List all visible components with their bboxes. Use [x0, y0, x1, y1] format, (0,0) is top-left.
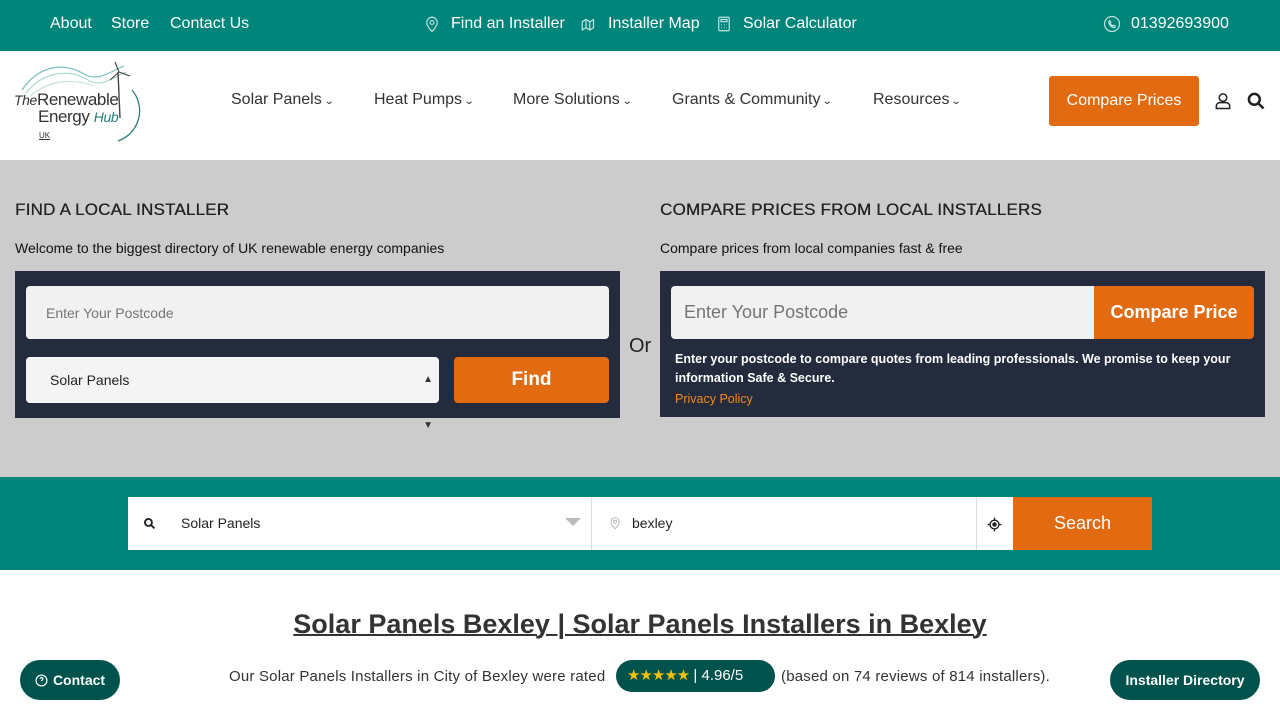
nav-label: Solar Panels	[231, 91, 322, 108]
find-installer-label: Find an Installer	[451, 15, 565, 32]
user-icon[interactable]	[1213, 91, 1233, 111]
chevron-down-icon: ⌄	[951, 95, 963, 107]
compare-price-button[interactable]: Compare Price	[1094, 286, 1254, 339]
compare-panel: Compare Price Enter your postcode to com…	[660, 271, 1265, 417]
map-icon	[581, 18, 595, 32]
logo-energy: Energy	[38, 107, 90, 126]
rating-badge: ★★★★★ | 4.96/5	[616, 660, 775, 692]
help-icon	[35, 673, 48, 687]
star-rating-icon: ★★★★★	[627, 667, 690, 684]
divider	[976, 497, 977, 550]
crosshair-icon[interactable]	[987, 517, 1002, 532]
rating-value: | 4.96/5	[693, 667, 744, 684]
page-title: Solar Panels Bexley | Solar Panels Insta…	[0, 609, 1280, 640]
phone-link[interactable]: 01392693900	[1103, 15, 1229, 33]
find-installer-link[interactable]: Find an Installer	[423, 15, 565, 33]
location-pin-icon	[426, 16, 438, 33]
logo-uk: UK	[39, 131, 51, 140]
compare-note: Enter your postcode to compare quotes fr…	[675, 352, 1231, 385]
search-location-input[interactable]: bexley	[632, 515, 672, 531]
find-local-subtitle: Welcome to the biggest directory of UK r…	[15, 240, 445, 256]
search-button[interactable]: Search	[1013, 497, 1152, 550]
directory-search-band: Solar Panels bexley Search	[0, 477, 1280, 570]
contact-floating-button[interactable]: Contact	[20, 660, 120, 700]
updown-icon: ▲ ▼	[423, 374, 433, 431]
rating-suffix: (based on 74 reviews of 814 installers).	[781, 668, 1050, 685]
dropdown-caret-icon[interactable]	[565, 518, 581, 526]
chevron-down-icon: ⌄	[822, 95, 834, 107]
top-bar: About Store Contact Us Find an Installer…	[0, 0, 1280, 51]
nav-label: Heat Pumps	[374, 91, 463, 108]
solar-calculator-link[interactable]: Solar Calculator	[715, 15, 857, 33]
nav-label: Resources	[873, 91, 950, 108]
rating-prefix: Our Solar Panels Installers in City of B…	[229, 668, 606, 685]
category-select[interactable]: Solar Panels ▲ ▼	[26, 357, 439, 431]
nav-resources[interactable]: Resources ⌄	[873, 91, 963, 109]
location-pin-icon	[610, 517, 620, 530]
site-logo[interactable]: TheRenewable Energy Hub UK	[14, 60, 154, 145]
phone-number: 01392693900	[1131, 15, 1229, 32]
compare-title: COMPARE PRICES FROM LOCAL INSTALLERS	[660, 200, 1042, 219]
logo-the: The	[14, 92, 37, 108]
installer-map-link[interactable]: Installer Map	[580, 15, 700, 33]
nav-label: Grants & Community	[672, 91, 821, 108]
installer-directory-button[interactable]: Installer Directory	[1110, 660, 1260, 700]
compare-postcode-input[interactable]	[671, 286, 1095, 339]
divider	[591, 497, 592, 550]
privacy-policy-link[interactable]: Privacy Policy	[675, 392, 753, 406]
installer-map-label: Installer Map	[608, 15, 700, 32]
main-header: TheRenewable Energy Hub UK Solar Panels ⌄…	[0, 51, 1280, 160]
nav-solar-panels[interactable]: Solar Panels ⌄	[231, 91, 335, 109]
contact-label: Contact	[52, 672, 106, 688]
nav-more-solutions[interactable]: More Solutions ⌄	[513, 91, 633, 109]
about-link[interactable]: About	[50, 15, 92, 33]
nav-label: More Solutions	[513, 91, 620, 108]
chevron-down-icon: ⌄	[323, 95, 335, 107]
logo-hub: Hub	[93, 109, 119, 125]
search-category-select[interactable]: Solar Panels	[181, 515, 260, 531]
chevron-down-icon: ⌄	[621, 95, 633, 107]
search-icon	[143, 517, 156, 530]
search-icon[interactable]	[1246, 91, 1266, 111]
or-label: Or	[629, 335, 652, 357]
find-installer-panel: Solar Panels ▲▼ Find	[15, 271, 620, 431]
compare-prices-button[interactable]: Compare Prices	[1049, 76, 1199, 126]
nav-grants-community[interactable]: Grants & Community ⌄	[672, 91, 834, 109]
chevron-down-icon: ⌄	[463, 95, 475, 107]
find-local-title: FIND A LOCAL INSTALLER	[15, 200, 230, 219]
find-button[interactable]: Find	[454, 357, 609, 403]
phone-icon	[1103, 15, 1121, 33]
solar-calculator-label: Solar Calculator	[743, 15, 857, 32]
compare-subtitle: Compare prices from local companies fast…	[660, 240, 963, 256]
find-postcode-input[interactable]	[26, 286, 609, 339]
page-title-text: Solar Panels Bexley | Solar Panels Insta…	[293, 609, 987, 639]
nav-heat-pumps[interactable]: Heat Pumps ⌄	[374, 91, 475, 109]
calculator-icon	[718, 16, 730, 32]
search-section: FIND A LOCAL INSTALLER Welcome to the bi…	[0, 160, 1280, 477]
directory-search-bar: Solar Panels bexley Search	[128, 497, 1152, 550]
store-link[interactable]: Store	[111, 15, 149, 33]
category-select-value: Solar Panels	[50, 372, 130, 388]
contact-us-link[interactable]: Contact Us	[170, 15, 249, 33]
